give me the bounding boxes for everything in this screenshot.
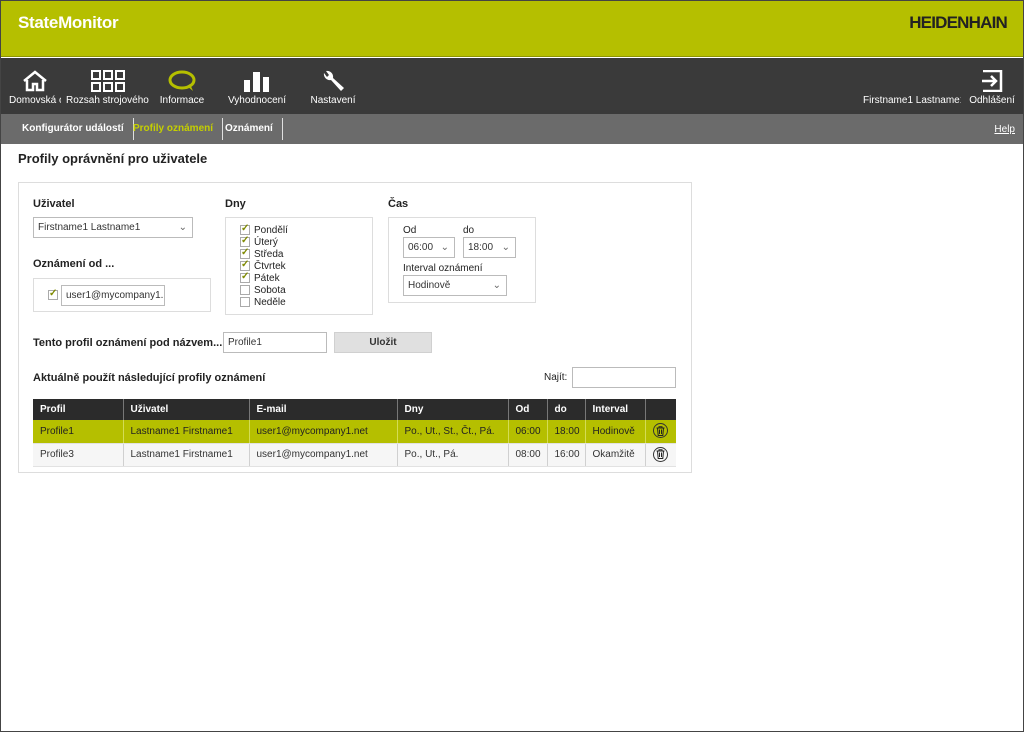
nav-item-machine-park[interactable]: Rozsah strojového parku xyxy=(66,58,150,114)
day-checkbox-thursday[interactable] xyxy=(240,259,250,271)
column-header[interactable]: Dny xyxy=(397,399,509,420)
cell-user: Lastname1 Firstname1 xyxy=(123,443,250,467)
nav-item-label: Informace xyxy=(159,95,205,106)
table-header-row: Profil Uživatel E-mail Dny Od do Interva… xyxy=(33,399,676,420)
day-checkbox-tuesday[interactable] xyxy=(240,235,250,247)
profiles-list-heading: Aktuálně použít následující profily ozná… xyxy=(33,372,266,384)
user-select[interactable]: Firstname1 Lastname1 ⌄ xyxy=(33,217,193,238)
message-icon xyxy=(167,70,197,95)
from-time-select[interactable]: 06:00 ⌄ xyxy=(403,237,455,258)
column-header[interactable]: Interval xyxy=(585,399,646,420)
cell-actions xyxy=(645,420,676,444)
day-checkbox-monday[interactable] xyxy=(240,223,250,235)
day-label: Pondělí xyxy=(254,225,288,236)
app-title: StateMonitor xyxy=(18,13,119,32)
top-bar: StateMonitor HEIDENHAIN xyxy=(1,1,1023,57)
nav-item-label: Domovská obrazovka xyxy=(9,95,61,106)
nav-item-evaluation[interactable]: Vyhodnocení xyxy=(227,58,287,114)
day-checkbox-friday[interactable] xyxy=(240,271,250,283)
logout-button[interactable]: Odhlášení xyxy=(967,58,1017,114)
column-header[interactable]: Profil xyxy=(33,399,124,420)
home-icon xyxy=(22,70,48,95)
nav-item-settings[interactable]: Nastavení xyxy=(307,58,359,114)
cell-days: Po., Ut., Pá. xyxy=(397,443,509,467)
column-header[interactable]: Uživatel xyxy=(123,399,250,420)
cell-to: 18:00 xyxy=(547,420,586,444)
cell-days: Po., Ut., St., Čt., Pá. xyxy=(397,420,509,444)
notify-email-checkbox[interactable] xyxy=(48,288,58,300)
logout-label: Odhlášení xyxy=(969,95,1015,106)
day-label: Středa xyxy=(254,249,284,260)
search-input[interactable] xyxy=(572,367,676,388)
tab-event-configurator[interactable]: Konfigurátor událostí xyxy=(13,118,134,140)
nav-item-information[interactable]: Informace xyxy=(156,58,208,114)
day-label: Úterý xyxy=(254,237,278,248)
column-header[interactable]: do xyxy=(547,399,586,420)
app-window: StateMonitor HEIDENHAIN Domovská obrazov… xyxy=(0,0,1024,732)
profile-name-field[interactable]: Profile1 xyxy=(223,332,327,353)
column-header[interactable]: Od xyxy=(508,399,548,420)
chevron-down-icon: ⌄ xyxy=(440,242,449,253)
time-label: Čas xyxy=(388,198,409,210)
page-title: Profily oprávnění pro uživatele xyxy=(18,151,208,166)
cell-from: 06:00 xyxy=(508,420,548,444)
tab-notification-profiles[interactable]: Profily oznámení xyxy=(124,118,224,140)
cell-actions xyxy=(645,443,676,467)
user-label: Uživatel xyxy=(33,198,75,210)
table-row[interactable]: Profile3 Lastname1 Firstname1 user1@myco… xyxy=(33,443,676,467)
nav-item-label: Nastavení xyxy=(310,95,356,106)
save-button[interactable]: Uložit xyxy=(334,332,432,353)
column-header[interactable]: E-mail xyxy=(249,399,398,420)
chevron-down-icon: ⌄ xyxy=(492,280,501,291)
cell-from: 08:00 xyxy=(508,443,548,467)
table-row[interactable]: Profile1 Lastname1 Firstname1 user1@myco… xyxy=(33,420,676,444)
nav-item-home[interactable]: Domovská obrazovka xyxy=(9,58,61,114)
cell-profile: Profile3 xyxy=(33,443,124,467)
interval-label: Interval oznámení xyxy=(403,263,483,274)
sub-nav: Konfigurátor událostí Profily oznámení O… xyxy=(1,114,1023,144)
day-checkbox-wednesday[interactable] xyxy=(240,247,250,259)
main-nav: Domovská obrazovka Rozsah strojového par… xyxy=(1,58,1023,114)
user-name: Firstname1 Lastname1 xyxy=(863,95,961,106)
grid-icon xyxy=(91,70,125,95)
from-label: Od xyxy=(403,225,417,236)
profiles-table: Profil Uživatel E-mail Dny Od do Interva… xyxy=(33,399,676,467)
chevron-down-icon: ⌄ xyxy=(501,242,510,253)
day-checkbox-sunday[interactable] xyxy=(240,297,250,307)
column-header xyxy=(645,399,676,420)
nav-item-label: Vyhodnocení xyxy=(227,95,286,106)
bar-chart-icon xyxy=(242,70,272,95)
notify-email-field[interactable]: user1@mycompany1.net xyxy=(61,285,165,306)
cell-to: 16:00 xyxy=(547,443,586,467)
cell-user: Lastname1 Firstname1 xyxy=(123,420,250,444)
help-link[interactable]: Help xyxy=(994,124,1015,135)
nav-item-label: Rozsah strojového parku xyxy=(66,95,150,106)
day-label: Sobota xyxy=(254,285,286,296)
notify-from-label: Oznámení od ... xyxy=(33,258,115,270)
brand-logo: HEIDENHAIN xyxy=(909,13,1008,32)
logout-icon xyxy=(980,69,1004,95)
chevron-down-icon: ⌄ xyxy=(178,222,187,233)
cell-interval: Okamžitě xyxy=(585,443,646,467)
days-label: Dny xyxy=(225,198,246,210)
cell-interval: Hodinově xyxy=(585,420,646,444)
interval-select[interactable]: Hodinově ⌄ xyxy=(403,275,507,296)
profile-name-label: Tento profil oznámení pod názvem... xyxy=(33,337,223,349)
wrench-icon xyxy=(320,70,346,97)
to-time-select[interactable]: 18:00 ⌄ xyxy=(463,237,516,258)
cell-profile: Profile1 xyxy=(33,420,124,444)
delete-icon[interactable] xyxy=(652,423,668,439)
day-label: Pátek xyxy=(254,273,280,284)
day-checkbox-saturday[interactable] xyxy=(240,285,250,295)
search-label: Najít: xyxy=(544,372,568,383)
cell-email: user1@mycompany1.net xyxy=(249,443,398,467)
day-label: Neděle xyxy=(254,297,286,308)
cell-email: user1@mycompany1.net xyxy=(249,420,398,444)
delete-icon[interactable] xyxy=(652,446,668,462)
day-label: Čtvrtek xyxy=(254,261,286,272)
to-label: do xyxy=(463,225,475,236)
tab-notifications[interactable]: Oznámení xyxy=(216,118,283,140)
